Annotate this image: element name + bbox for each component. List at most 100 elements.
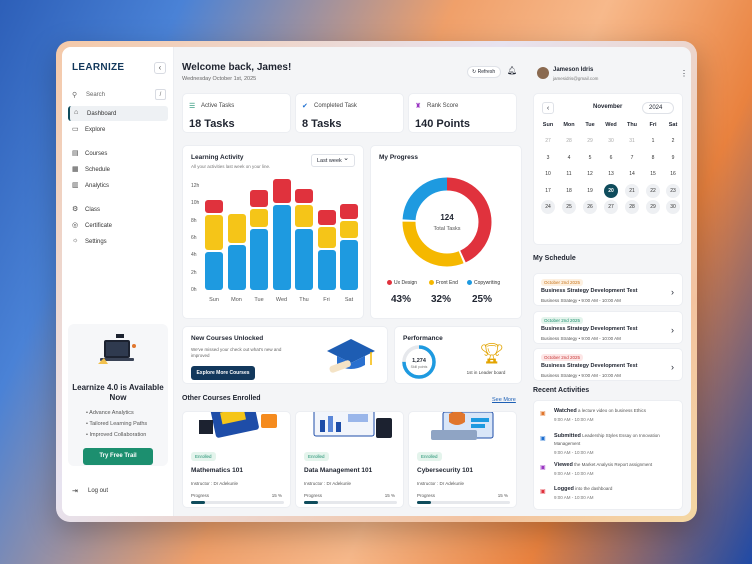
calendar-day[interactable]: 15 xyxy=(646,167,660,181)
bar-segment xyxy=(227,214,246,244)
chevron-right-icon[interactable]: › xyxy=(671,325,674,335)
progress-value: 15 % xyxy=(271,493,282,498)
bar-segment xyxy=(317,227,336,249)
course-card[interactable]: Enrolled Mathematics 101 Instructor : Dr… xyxy=(182,411,291,508)
calendar-day[interactable]: 16 xyxy=(666,167,680,181)
performance-unit: Skill points xyxy=(411,365,428,369)
calendar-day[interactable]: 30 xyxy=(604,134,618,148)
home-icon: ⌂ xyxy=(74,109,79,116)
calendar-day[interactable]: 11 xyxy=(562,167,576,181)
calendar-day[interactable]: 20 xyxy=(604,183,618,198)
sidebar-item-explore[interactable]: ▭ Explore xyxy=(68,122,168,137)
promo-card: Learnize 4.0 is Available Now Advance An… xyxy=(68,324,168,466)
course-card[interactable]: Enrolled Data Management 101 Instructor … xyxy=(295,411,404,508)
sidebar-item-analytics[interactable]: ▥ Analytics xyxy=(68,178,168,193)
more-options-icon[interactable]: ⋮ xyxy=(680,69,688,78)
refresh-button[interactable]: ↻ Refresh xyxy=(467,66,501,78)
laptop-illustration xyxy=(98,334,136,364)
bar-segment xyxy=(295,188,313,204)
sidebar-item-label: Courses xyxy=(85,150,108,157)
sidebar-item-class[interactable]: ⚙ Class xyxy=(68,202,168,217)
bar-segment xyxy=(295,205,313,227)
calendar-day[interactable]: 21 xyxy=(625,183,639,198)
sidebar-item-certificate[interactable]: ◎ Certificate xyxy=(68,218,168,233)
activity-text: Submitted Leadership Styles Essay on Inn… xyxy=(554,433,660,446)
sidebar-item-settings[interactable]: ☼ Settings xyxy=(68,234,168,249)
calendar-day[interactable]: 3 xyxy=(541,151,555,165)
math-illustration xyxy=(199,412,277,438)
x-tick-label: Tue xyxy=(254,297,264,303)
y-tick-label: 12h xyxy=(191,183,200,189)
schedule-meta: Business Strategy • 9:00 AM - 10:00 AM xyxy=(541,373,621,378)
y-tick-label: 2h xyxy=(191,269,197,276)
calendar-day[interactable]: 31 xyxy=(625,134,639,148)
legend-dot xyxy=(467,280,472,285)
calendar-day[interactable]: 28 xyxy=(562,134,576,148)
section-title: My Schedule xyxy=(533,255,576,262)
calendar-day[interactable]: 29 xyxy=(646,200,660,214)
sidebar-item-label: Certificate xyxy=(85,222,113,229)
avatar[interactable] xyxy=(537,67,549,79)
calendar-day[interactable]: 28 xyxy=(625,200,639,214)
calendar-day[interactable]: 7 xyxy=(625,151,639,165)
bar-segment xyxy=(227,245,246,290)
y-tick-label: 6h xyxy=(191,235,197,241)
try-free-trial-button[interactable]: Try Free Trail xyxy=(83,448,153,465)
trophy-icon: 🏆︎ xyxy=(479,343,505,365)
schedule-item[interactable]: October 2nd 2025 Business Strategy Develo… xyxy=(533,273,683,306)
sidebar-item-schedule[interactable]: ▦ Schedule xyxy=(68,162,168,177)
calendar-day[interactable]: 24 xyxy=(541,200,555,214)
explore-more-courses-button[interactable]: Explore More Courses xyxy=(191,366,255,380)
calendar-day[interactable]: 14 xyxy=(625,167,639,181)
learning-activity-card: Learning Activity All your activities la… xyxy=(182,145,364,319)
calendar: ‹ November 2024 Sun Mon Tue Wed Thu Fri Sat 27 2… xyxy=(533,93,683,245)
calendar-day[interactable]: 27 xyxy=(541,134,555,148)
calendar-day[interactable]: 17 xyxy=(541,184,555,198)
calendar-day[interactable]: 27 xyxy=(604,200,618,214)
calendar-day[interactable]: 4 xyxy=(562,151,576,165)
progress-fill xyxy=(191,501,205,504)
calendar-day[interactable]: 10 xyxy=(541,167,555,181)
calendar-day[interactable]: 19 xyxy=(583,184,597,198)
calendar-day[interactable]: 5 xyxy=(583,151,597,165)
chevron-right-icon[interactable]: › xyxy=(671,362,674,372)
year-select[interactable]: 2024 xyxy=(642,102,674,114)
chevron-right-icon[interactable]: › xyxy=(671,287,674,297)
progress-label: Progress xyxy=(417,493,436,498)
calendar-day[interactable]: 6 xyxy=(604,151,618,165)
user-name: Jameson Idris xyxy=(553,67,594,73)
calendar-day[interactable]: 30 xyxy=(666,200,680,214)
calendar-day[interactable]: 13 xyxy=(604,167,618,181)
collapse-sidebar-button[interactable]: ‹ xyxy=(154,62,166,74)
calendar-day[interactable]: 8 xyxy=(646,151,660,165)
card-title: Performance xyxy=(403,335,443,342)
course-name: Cybersecurity 101 xyxy=(417,467,474,474)
calendar-day[interactable]: 25 xyxy=(562,200,576,214)
range-select[interactable]: Last week xyxy=(311,153,355,167)
bell-icon[interactable]: 🔔︎ xyxy=(507,66,517,75)
book-icon: ▤ xyxy=(72,150,79,157)
graduation-cap-illustration xyxy=(327,339,375,373)
schedule-item[interactable]: October 2nd 2025 Business Strategy Develo… xyxy=(533,310,683,344)
see-more-link[interactable]: See More xyxy=(492,397,516,403)
logout-label: Log out xyxy=(88,488,109,494)
bar-segment xyxy=(317,250,336,290)
schedule-date-tag: October 2nd 2025 xyxy=(541,279,584,286)
calendar-day[interactable]: 29 xyxy=(583,134,597,148)
calendar-day[interactable]: 22 xyxy=(646,183,660,198)
calendar-day[interactable]: 26 xyxy=(583,200,597,214)
calendar-day[interactable]: 12 xyxy=(583,167,597,181)
calendar-day[interactable]: 23 xyxy=(666,183,680,198)
sidebar-item-courses[interactable]: ▤ Courses xyxy=(68,146,168,161)
x-tick-label: Wed xyxy=(275,297,288,303)
calendar-day[interactable]: 9 xyxy=(666,151,680,165)
prev-month-button[interactable]: ‹ xyxy=(542,102,554,114)
search[interactable]: ⚲ Search / xyxy=(72,89,166,103)
calendar-day[interactable]: 18 xyxy=(562,184,576,198)
calendar-day[interactable]: 1 xyxy=(646,134,660,148)
calendar-day[interactable]: 2 xyxy=(666,134,680,148)
schedule-item[interactable]: October 2nd 2025 Business Strategy Develo… xyxy=(533,348,683,381)
course-card[interactable]: Enrolled Cybersecurity 101 Instructor : … xyxy=(408,411,517,508)
sidebar-item-label: Analytics xyxy=(85,182,110,189)
sidebar-item-dashboard[interactable]: ⌂ Dashboard xyxy=(68,106,168,121)
